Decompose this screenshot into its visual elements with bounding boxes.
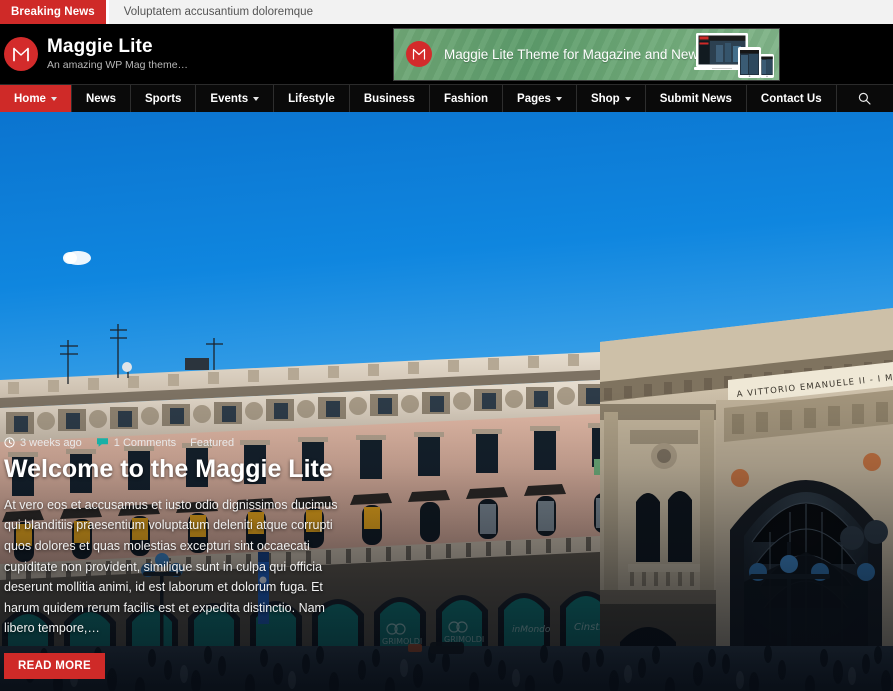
nav-item-contact-us[interactable]: Contact Us xyxy=(747,85,837,112)
chevron-down-icon xyxy=(555,97,562,101)
nav-item-label: Home xyxy=(14,92,46,105)
nav-item-sports[interactable]: Sports xyxy=(131,85,197,112)
nav-item-label: Contact Us xyxy=(760,92,822,105)
featured-post-excerpt: At vero eos et accusamus et iusto odio d… xyxy=(4,497,338,636)
nav-item-lifestyle[interactable]: Lifestyle xyxy=(274,85,350,112)
search-icon xyxy=(859,92,871,105)
nav-item-shop[interactable]: Shop xyxy=(577,85,646,112)
chevron-down-icon xyxy=(253,97,260,101)
post-comments[interactable]: 1 Comments xyxy=(96,437,176,449)
header-banner-ad[interactable]: Maggie Lite Theme for Magazine and News xyxy=(393,27,780,81)
nav-item-fashion[interactable]: Fashion xyxy=(430,85,504,112)
nav-item-news[interactable]: News xyxy=(72,85,131,112)
clock-icon xyxy=(4,437,15,448)
breaking-news-bar: Breaking News Voluptatem accusantium dol… xyxy=(0,0,893,24)
read-more-button[interactable]: READ MORE xyxy=(4,653,105,679)
banner-ad-text: Maggie Lite Theme for Magazine and News xyxy=(444,46,705,62)
nav-item-label: Lifestyle xyxy=(288,92,335,105)
post-comments-label: 1 Comments xyxy=(113,436,177,449)
post-category-label: Featured xyxy=(190,436,235,449)
nav-item-label: Sports xyxy=(145,92,182,105)
site-branding[interactable]: Maggie Lite An amazing WP Mag theme… xyxy=(4,37,188,71)
site-tagline: An amazing WP Mag theme… xyxy=(47,58,189,71)
breaking-news-badge: Breaking News xyxy=(0,0,106,24)
post-category[interactable]: Featured xyxy=(190,437,234,449)
nav-item-label: Fashion xyxy=(443,92,489,105)
nav-item-home[interactable]: Home xyxy=(0,85,72,112)
banner-logo-icon xyxy=(406,41,432,67)
chevron-down-icon xyxy=(50,97,57,101)
nav-item-label: Pages xyxy=(517,92,551,105)
main-navigation: Home News Sports Events Lifestyle Busine… xyxy=(0,84,893,112)
site-logo-icon[interactable] xyxy=(4,37,38,71)
nav-item-label: Submit News xyxy=(659,92,732,105)
search-toggle-button[interactable] xyxy=(837,85,893,112)
nav-item-business[interactable]: Business xyxy=(350,85,430,112)
post-date-label: 3 weeks ago xyxy=(20,436,82,449)
post-meta: 3 weeks ago 1 Comments Featured xyxy=(4,437,414,449)
nav-item-events[interactable]: Events xyxy=(196,85,275,112)
site-header: Maggie Lite An amazing WP Mag theme… Mag… xyxy=(0,24,893,84)
breaking-news-ticker-item[interactable]: Voluptatem accusantium doloremque xyxy=(105,0,893,24)
chevron-down-icon xyxy=(624,97,631,101)
featured-post-hero[interactable]: GRIMOLDI GRIMOLDI inMondo Cinstitute xyxy=(0,112,893,691)
nav-item-submit-news[interactable]: Submit News xyxy=(646,85,747,112)
featured-post-title[interactable]: Welcome to the Maggie Lite xyxy=(4,455,414,483)
site-title: Maggie Lite xyxy=(47,36,153,58)
featured-post-content: 3 weeks ago 1 Comments Featured Welcome … xyxy=(0,437,420,679)
comment-icon xyxy=(96,438,108,447)
nav-item-label: Business xyxy=(363,92,415,105)
nav-item-pages[interactable]: Pages xyxy=(503,85,577,112)
post-date: 3 weeks ago xyxy=(4,437,82,449)
nav-item-label: Shop xyxy=(590,92,620,105)
nav-item-label: Events xyxy=(210,92,249,105)
responsive-devices-mockup-icon xyxy=(694,30,776,80)
nav-item-label: News xyxy=(85,92,116,105)
